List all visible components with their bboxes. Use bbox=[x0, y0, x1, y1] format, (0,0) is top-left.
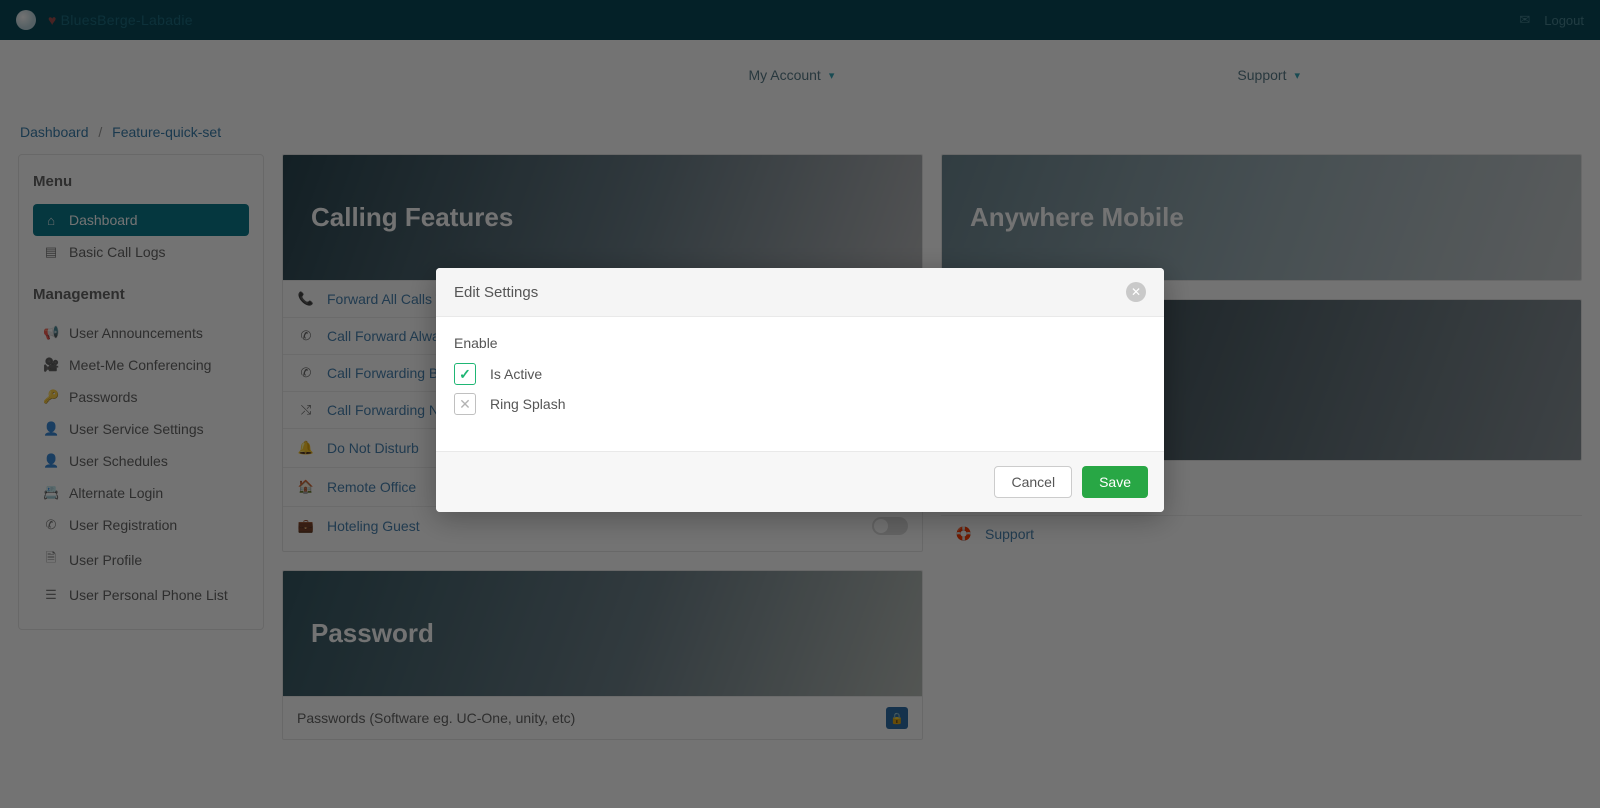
check-row-ring-splash: Ring Splash bbox=[454, 393, 1146, 415]
modal-title: Edit Settings bbox=[454, 284, 538, 301]
check-row-is-active: Is Active bbox=[454, 363, 1146, 385]
modal-body: Enable Is Active Ring Splash bbox=[436, 317, 1164, 451]
modal-edit-settings: Edit Settings ✕ Enable Is Active Ring Sp… bbox=[436, 268, 1164, 512]
close-icon[interactable]: ✕ bbox=[1126, 282, 1146, 302]
checkbox-label: Ring Splash bbox=[490, 396, 566, 412]
cancel-button[interactable]: Cancel bbox=[994, 466, 1072, 498]
enable-label: Enable bbox=[454, 335, 1146, 351]
modal-header: Edit Settings ✕ bbox=[436, 268, 1164, 317]
save-button[interactable]: Save bbox=[1082, 466, 1148, 498]
checkbox-ring-splash[interactable] bbox=[454, 393, 476, 415]
checkbox-label: Is Active bbox=[490, 366, 542, 382]
modal-footer: Cancel Save bbox=[436, 451, 1164, 512]
checkbox-is-active[interactable] bbox=[454, 363, 476, 385]
